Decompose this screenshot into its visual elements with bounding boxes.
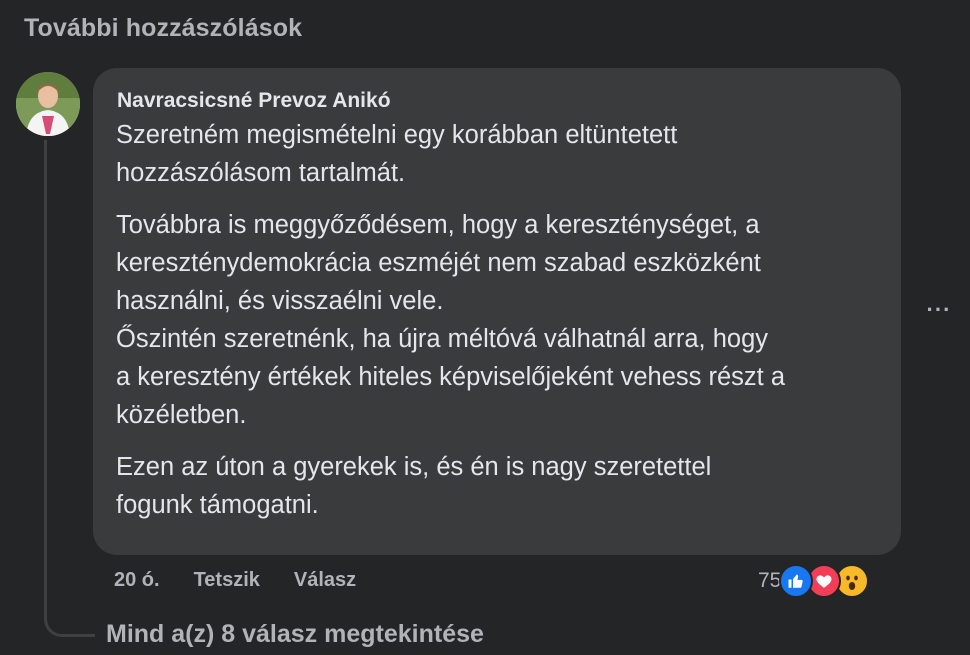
comment-timestamp[interactable]: 20 ó. xyxy=(114,569,160,592)
reaction-count: 75 xyxy=(758,569,782,592)
more-options-button[interactable]: ··· xyxy=(922,296,956,324)
more-horizontal-icon: ··· xyxy=(926,297,952,322)
more-comments-link[interactable]: További hozzászólások xyxy=(24,14,302,43)
comment-paragraph: Továbbra is meggyőződésem, hogy a keresz… xyxy=(116,206,886,434)
comment-line: közéletben. xyxy=(116,401,247,429)
thread-connector xyxy=(44,600,95,637)
comment-line: használni, és visszaélni vele. xyxy=(116,287,444,315)
reactions-summary[interactable]: 75 xyxy=(758,564,870,598)
comment-line: a keresztény értékek hiteles képviselője… xyxy=(116,363,786,391)
avatar[interactable] xyxy=(16,72,80,136)
thread-line xyxy=(44,140,47,620)
comment-line: Szeretném megismételni egy korábban eltü… xyxy=(116,121,678,149)
comment-text: Szeretném megismételni egy korábban eltü… xyxy=(116,116,886,524)
heart-icon xyxy=(816,575,832,588)
wow-face-icon xyxy=(840,569,865,593)
comment-line: Továbbra is meggyőződésem, hogy a keresz… xyxy=(116,211,760,239)
comment-author[interactable]: Navracsicsné Prevoz Anikó xyxy=(117,89,391,113)
comment-line: fogunk támogatni. xyxy=(116,491,319,519)
thumbs-up-icon xyxy=(788,574,804,588)
comment-line: Őszintén szeretnénk, ha újra méltóvá vál… xyxy=(116,325,769,353)
like-button[interactable]: Tetszik xyxy=(194,569,260,592)
comment-line: hozzászólásom tartalmát. xyxy=(116,159,406,187)
comment-paragraph: Szeretném megismételni egy korábban eltü… xyxy=(116,116,886,192)
comment-line: Ezen az úton a gyerekek is, és én is nag… xyxy=(116,453,712,481)
view-replies-link[interactable]: Mind a(z) 8 válasz megtekintése xyxy=(106,620,484,649)
comment-actions: 20 ó. Tetszik Válasz xyxy=(114,569,356,592)
comment-paragraph: Ezen az úton a gyerekek is, és én is nag… xyxy=(116,448,886,524)
reply-button[interactable]: Válasz xyxy=(294,569,356,592)
comment-line: kereszténydemokrácia eszméjét nem szabad… xyxy=(116,249,761,277)
comment-thread: További hozzászólások Navracsicsné Prevo… xyxy=(0,0,970,655)
avatar-photo-icon xyxy=(16,72,80,136)
like-reaction-icon xyxy=(779,564,814,598)
